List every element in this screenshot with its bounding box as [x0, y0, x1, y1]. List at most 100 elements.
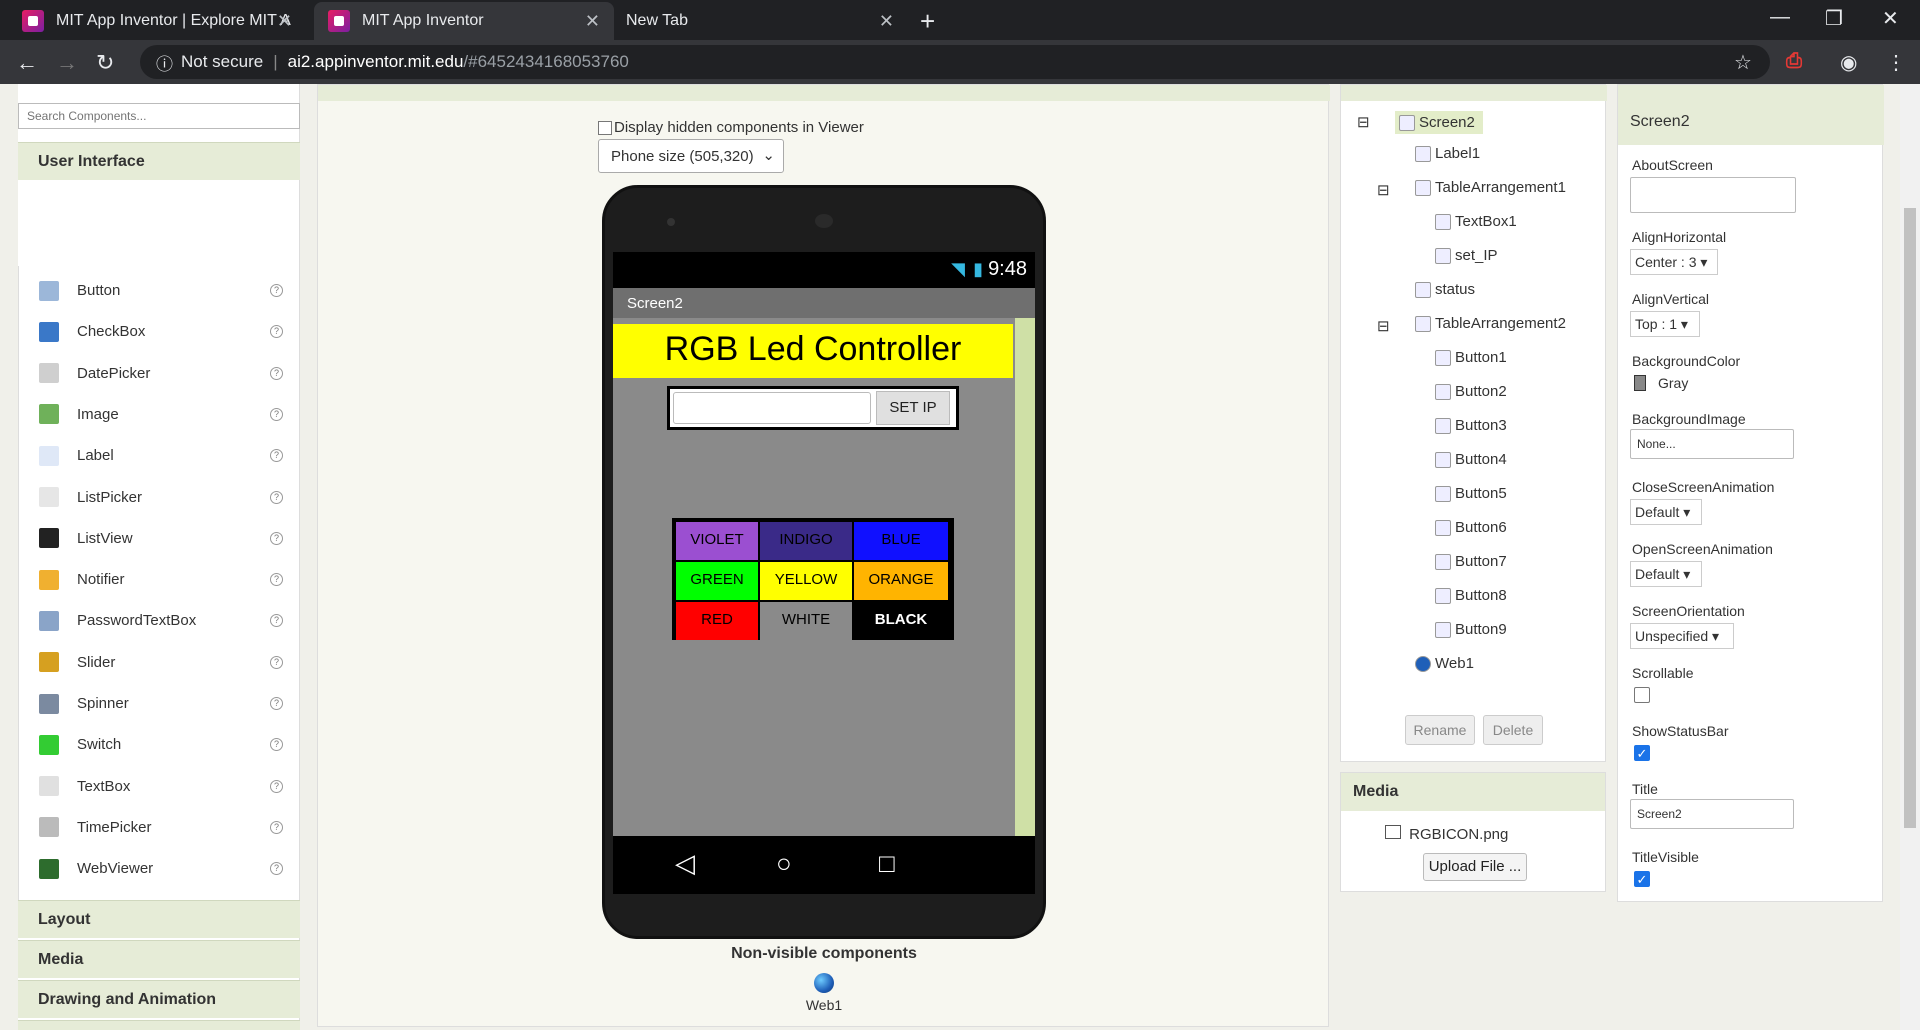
- color-button-orange[interactable]: ORANGE: [854, 562, 948, 600]
- recents-square-icon[interactable]: □: [879, 848, 895, 879]
- palette-item-checkbox[interactable]: CheckBox?: [19, 311, 301, 352]
- palette-item-switch[interactable]: Switch?: [19, 724, 301, 765]
- close-tab-icon[interactable]: ✕: [277, 11, 292, 32]
- color-button-blue[interactable]: BLUE: [854, 522, 948, 560]
- close-window-icon[interactable]: ✕: [1882, 6, 1899, 31]
- tree-item-tablearrangement1[interactable]: TableArrangement1: [1415, 179, 1566, 196]
- scrollbar-thumb[interactable]: [1904, 208, 1916, 828]
- color-button-violet[interactable]: VIOLET: [676, 522, 758, 560]
- category-media[interactable]: Media: [18, 940, 300, 978]
- tree-item-button2[interactable]: Button2: [1435, 383, 1507, 400]
- category-user-interface[interactable]: User Interface: [18, 142, 300, 180]
- color-button-white[interactable]: WHITE: [760, 602, 852, 640]
- category-maps-edge[interactable]: [18, 1020, 300, 1030]
- display-hidden-checkbox[interactable]: Display hidden components in Viewer: [598, 119, 864, 136]
- tree-item-button8[interactable]: Button8: [1435, 587, 1507, 604]
- color-button-green[interactable]: GREEN: [676, 562, 758, 600]
- back-triangle-icon[interactable]: ◁: [675, 848, 695, 879]
- category-drawing-animation[interactable]: Drawing and Animation: [18, 980, 300, 1018]
- delete-button[interactable]: Delete: [1483, 715, 1543, 745]
- color-button-black[interactable]: BLACK: [854, 602, 948, 640]
- background-color-value[interactable]: Gray: [1658, 375, 1688, 391]
- help-icon[interactable]: ?: [270, 655, 283, 669]
- help-icon[interactable]: ?: [270, 449, 283, 463]
- help-icon[interactable]: ?: [270, 779, 283, 793]
- show-status-bar-checkbox[interactable]: ✓: [1634, 745, 1650, 761]
- tab-new[interactable]: New Tab ✕: [612, 2, 908, 40]
- palette-item-slider[interactable]: Slider?: [19, 642, 301, 683]
- page-scrollbar[interactable]: [1900, 84, 1920, 1030]
- help-icon[interactable]: ?: [270, 407, 283, 421]
- tree-item-label1[interactable]: Label1: [1415, 145, 1480, 162]
- collapse-icon[interactable]: ⊟: [1377, 317, 1390, 335]
- label1-header[interactable]: RGB Led Controller: [613, 324, 1013, 378]
- close-tab-icon[interactable]: ✕: [879, 11, 894, 32]
- tree-item-button3[interactable]: Button3: [1435, 417, 1507, 434]
- palette-item-label[interactable]: Label?: [19, 435, 301, 476]
- tree-item-tablearrangement2[interactable]: TableArrangement2: [1415, 315, 1566, 332]
- open-screen-animation-select[interactable]: Default ▾: [1630, 561, 1702, 587]
- reload-icon[interactable]: ↻: [96, 50, 114, 76]
- tree-item-status[interactable]: status: [1415, 281, 1475, 298]
- help-icon[interactable]: ?: [270, 820, 283, 834]
- tab-explore[interactable]: MIT App Inventor | Explore MIT A ✕: [8, 2, 306, 40]
- close-tab-icon[interactable]: ✕: [585, 11, 600, 32]
- help-icon[interactable]: ?: [270, 366, 283, 380]
- close-screen-animation-select[interactable]: Default ▾: [1630, 499, 1702, 525]
- ip-textbox[interactable]: [673, 392, 871, 424]
- new-tab-icon[interactable]: +: [920, 6, 935, 37]
- help-icon[interactable]: ?: [270, 531, 283, 545]
- forward-icon[interactable]: →: [56, 50, 78, 76]
- palette-item-listpicker[interactable]: ListPicker?: [19, 477, 301, 518]
- collapse-icon[interactable]: ⊟: [1377, 181, 1390, 199]
- back-icon[interactable]: ←: [16, 50, 38, 76]
- profile-avatar[interactable]: ◉: [1840, 50, 1857, 75]
- palette-item-textbox[interactable]: TextBox?: [19, 766, 301, 807]
- tree-item-button5[interactable]: Button5: [1435, 485, 1507, 502]
- scrollable-checkbox[interactable]: [1634, 687, 1650, 703]
- palette-item-button[interactable]: Button?: [19, 270, 301, 311]
- about-screen-textarea[interactable]: [1630, 177, 1796, 213]
- help-icon[interactable]: ?: [270, 697, 283, 710]
- pdf-extension-icon[interactable]: ⎙: [1786, 50, 1802, 73]
- tree-item-web1[interactable]: Web1: [1415, 655, 1474, 672]
- category-layout[interactable]: Layout: [18, 900, 300, 938]
- background-image-input[interactable]: None...: [1630, 429, 1794, 459]
- nonvisible-web1[interactable]: Web1: [318, 997, 1330, 1013]
- palette-item-notifier[interactable]: Notifier?: [19, 559, 301, 600]
- palette-item-image[interactable]: Image?: [19, 394, 301, 435]
- palette-item-spinner[interactable]: Spinner?: [19, 683, 301, 724]
- checkbox-box[interactable]: [598, 120, 612, 135]
- color-button-indigo[interactable]: INDIGO: [760, 522, 852, 560]
- tree-item-button1[interactable]: Button1: [1435, 349, 1507, 366]
- help-icon[interactable]: ?: [270, 573, 283, 587]
- upload-file-button[interactable]: Upload File ...: [1423, 853, 1527, 881]
- table-arrangement1[interactable]: SET IP: [667, 386, 959, 430]
- palette-item-webviewer[interactable]: WebViewer?: [19, 848, 301, 889]
- palette-item-timepicker[interactable]: TimePicker?: [19, 807, 301, 848]
- collapse-icon[interactable]: ⊟: [1357, 113, 1370, 131]
- media-file[interactable]: RGBICON.png: [1385, 825, 1508, 843]
- title-input[interactable]: Screen2: [1630, 799, 1794, 829]
- gray-swatch-icon[interactable]: [1634, 375, 1646, 391]
- bookmark-star-icon[interactable]: ☆: [1734, 50, 1752, 75]
- tree-item-button6[interactable]: Button6: [1435, 519, 1507, 536]
- tree-item-set_ip[interactable]: set_IP: [1435, 247, 1498, 264]
- minimize-icon[interactable]: —: [1770, 6, 1790, 29]
- tree-item-button9[interactable]: Button9: [1435, 621, 1507, 638]
- palette-item-passwordtextbox[interactable]: PasswordTextBox?: [19, 600, 301, 641]
- color-button-red[interactable]: RED: [676, 602, 758, 640]
- address-bar[interactable]: ⓘ Not secure | ai2.appinventor.mit.edu /…: [140, 45, 1770, 79]
- help-icon[interactable]: ?: [270, 738, 283, 752]
- palette-item-datepicker[interactable]: DatePicker?: [19, 353, 301, 394]
- align-horizontal-select[interactable]: Center : 3 ▾: [1630, 249, 1718, 275]
- rename-button[interactable]: Rename: [1405, 715, 1475, 745]
- help-icon[interactable]: ?: [270, 284, 283, 297]
- tree-item-button4[interactable]: Button4: [1435, 451, 1507, 468]
- help-icon[interactable]: ?: [270, 325, 283, 339]
- align-vertical-select[interactable]: Top : 1 ▾: [1630, 311, 1700, 337]
- restore-icon[interactable]: ❐: [1825, 6, 1843, 31]
- color-button-yellow[interactable]: YELLOW: [760, 562, 852, 600]
- title-visible-checkbox[interactable]: ✓: [1634, 871, 1650, 887]
- palette-item-listview[interactable]: ListView?: [19, 518, 301, 559]
